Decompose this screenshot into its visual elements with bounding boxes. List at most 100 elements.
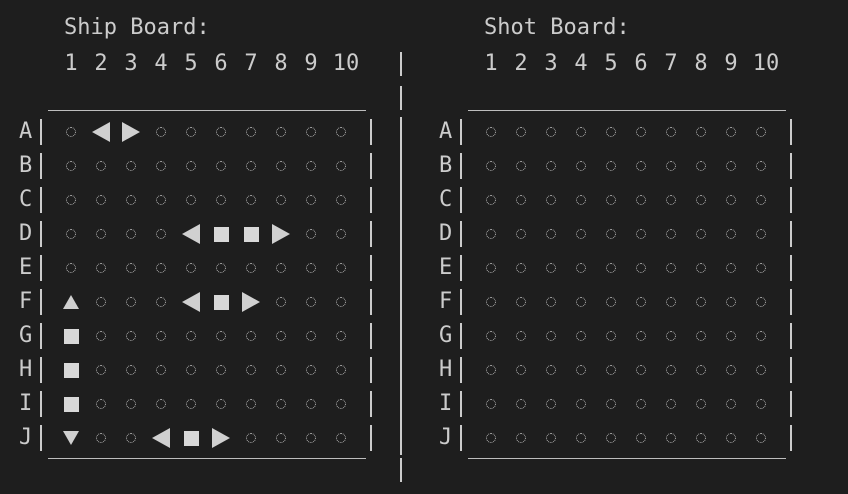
shot-cell-G3 — [536, 319, 566, 353]
ship-cell-A4 — [146, 115, 176, 149]
ship-cell-H10 — [326, 353, 356, 387]
ship-cell-I4 — [146, 387, 176, 421]
shot-cell-H8 — [686, 353, 716, 387]
empty-cell-icon — [246, 263, 256, 273]
ship-cell-D6 — [206, 217, 236, 251]
ship-cell-E5 — [176, 251, 206, 285]
shot-cell-A6 — [626, 115, 656, 149]
shot-cell-J7 — [656, 421, 686, 455]
empty-cell-icon — [516, 399, 526, 409]
ship-cell-B5 — [176, 149, 206, 183]
ship-cell-C9 — [296, 183, 326, 217]
empty-cell-icon — [636, 365, 646, 375]
empty-cell-icon — [516, 127, 526, 137]
ship-cell-C10 — [326, 183, 356, 217]
empty-cell-icon — [696, 399, 706, 409]
shot-col-2: 2 — [514, 51, 528, 76]
empty-cell-icon — [126, 195, 136, 205]
shot-cell-H9 — [716, 353, 746, 387]
ship-cell-F2 — [86, 285, 116, 319]
ship-right-border — [370, 119, 372, 145]
empty-cell-icon — [576, 365, 586, 375]
empty-cell-icon — [306, 297, 316, 307]
empty-cell-icon — [546, 297, 556, 307]
shot-cell-I9 — [716, 387, 746, 421]
empty-cell-icon — [486, 127, 496, 137]
shot-cell-F10 — [746, 285, 776, 319]
empty-cell-icon — [126, 399, 136, 409]
ship-cell-I6 — [206, 387, 236, 421]
shot-cell-F5 — [596, 285, 626, 319]
ship-cell-J6 — [206, 421, 236, 455]
empty-cell-icon — [546, 161, 556, 171]
shot-cell-D7 — [656, 217, 686, 251]
empty-cell-icon — [336, 331, 346, 341]
ship-col-10: 10 — [332, 51, 360, 76]
empty-cell-icon — [516, 195, 526, 205]
ship-bow-left-icon — [182, 224, 200, 244]
empty-cell-icon — [216, 399, 226, 409]
empty-cell-icon — [216, 195, 226, 205]
empty-cell-icon — [306, 161, 316, 171]
ship-cell-E3 — [116, 251, 146, 285]
empty-cell-icon — [246, 331, 256, 341]
ship-cell-H6 — [206, 353, 236, 387]
empty-cell-icon — [246, 161, 256, 171]
empty-cell-icon — [636, 433, 646, 443]
ship-cell-H9 — [296, 353, 326, 387]
empty-cell-icon — [66, 195, 76, 205]
empty-cell-icon — [606, 161, 616, 171]
ship-row-label-H: H — [19, 357, 33, 382]
shot-col-4: 4 — [574, 51, 588, 76]
ship-cell-I2 — [86, 387, 116, 421]
ship-cell-J9 — [296, 421, 326, 455]
shot-cell-F6 — [626, 285, 656, 319]
shot-right-border — [790, 289, 792, 315]
ship-cell-J3 — [116, 421, 146, 455]
ship-segment-icon — [63, 362, 79, 378]
ship-cell-H1 — [56, 353, 86, 387]
ship-left-border — [40, 391, 42, 417]
ship-cell-D1 — [56, 217, 86, 251]
shot-cell-E8 — [686, 251, 716, 285]
empty-cell-icon — [126, 331, 136, 341]
ship-right-border — [370, 255, 372, 281]
empty-cell-icon — [306, 331, 316, 341]
empty-cell-icon — [66, 229, 76, 239]
ship-cell-H7 — [236, 353, 266, 387]
ship-row-label-I: I — [19, 391, 33, 416]
empty-cell-icon — [726, 433, 736, 443]
ship-bow-right-icon — [122, 122, 140, 142]
empty-cell-icon — [216, 127, 226, 137]
ship-col-6: 6 — [214, 51, 228, 76]
shot-cell-E2 — [506, 251, 536, 285]
shot-cell-D8 — [686, 217, 716, 251]
shot-col-3: 3 — [544, 51, 558, 76]
shot-cell-A5 — [596, 115, 626, 149]
empty-cell-icon — [696, 195, 706, 205]
shot-cell-J10 — [746, 421, 776, 455]
shot-cell-B1 — [476, 149, 506, 183]
ship-col-2: 2 — [94, 51, 108, 76]
empty-cell-icon — [516, 433, 526, 443]
shot-cell-J8 — [686, 421, 716, 455]
shot-cell-I6 — [626, 387, 656, 421]
ship-top-border — [48, 110, 366, 111]
ship-cell-E9 — [296, 251, 326, 285]
ship-cell-B9 — [296, 149, 326, 183]
shot-cell-F9 — [716, 285, 746, 319]
empty-cell-icon — [276, 297, 286, 307]
shot-cell-G5 — [596, 319, 626, 353]
empty-cell-icon — [276, 161, 286, 171]
ship-left-border — [40, 425, 42, 451]
empty-cell-icon — [486, 331, 496, 341]
empty-cell-icon — [96, 195, 106, 205]
empty-cell-icon — [756, 331, 766, 341]
empty-cell-icon — [576, 127, 586, 137]
ship-segment-icon — [213, 226, 229, 242]
shot-cell-E6 — [626, 251, 656, 285]
shot-row-label-E: E — [439, 255, 453, 280]
empty-cell-icon — [636, 229, 646, 239]
shot-row-label-H: H — [439, 357, 453, 382]
empty-cell-icon — [606, 331, 616, 341]
